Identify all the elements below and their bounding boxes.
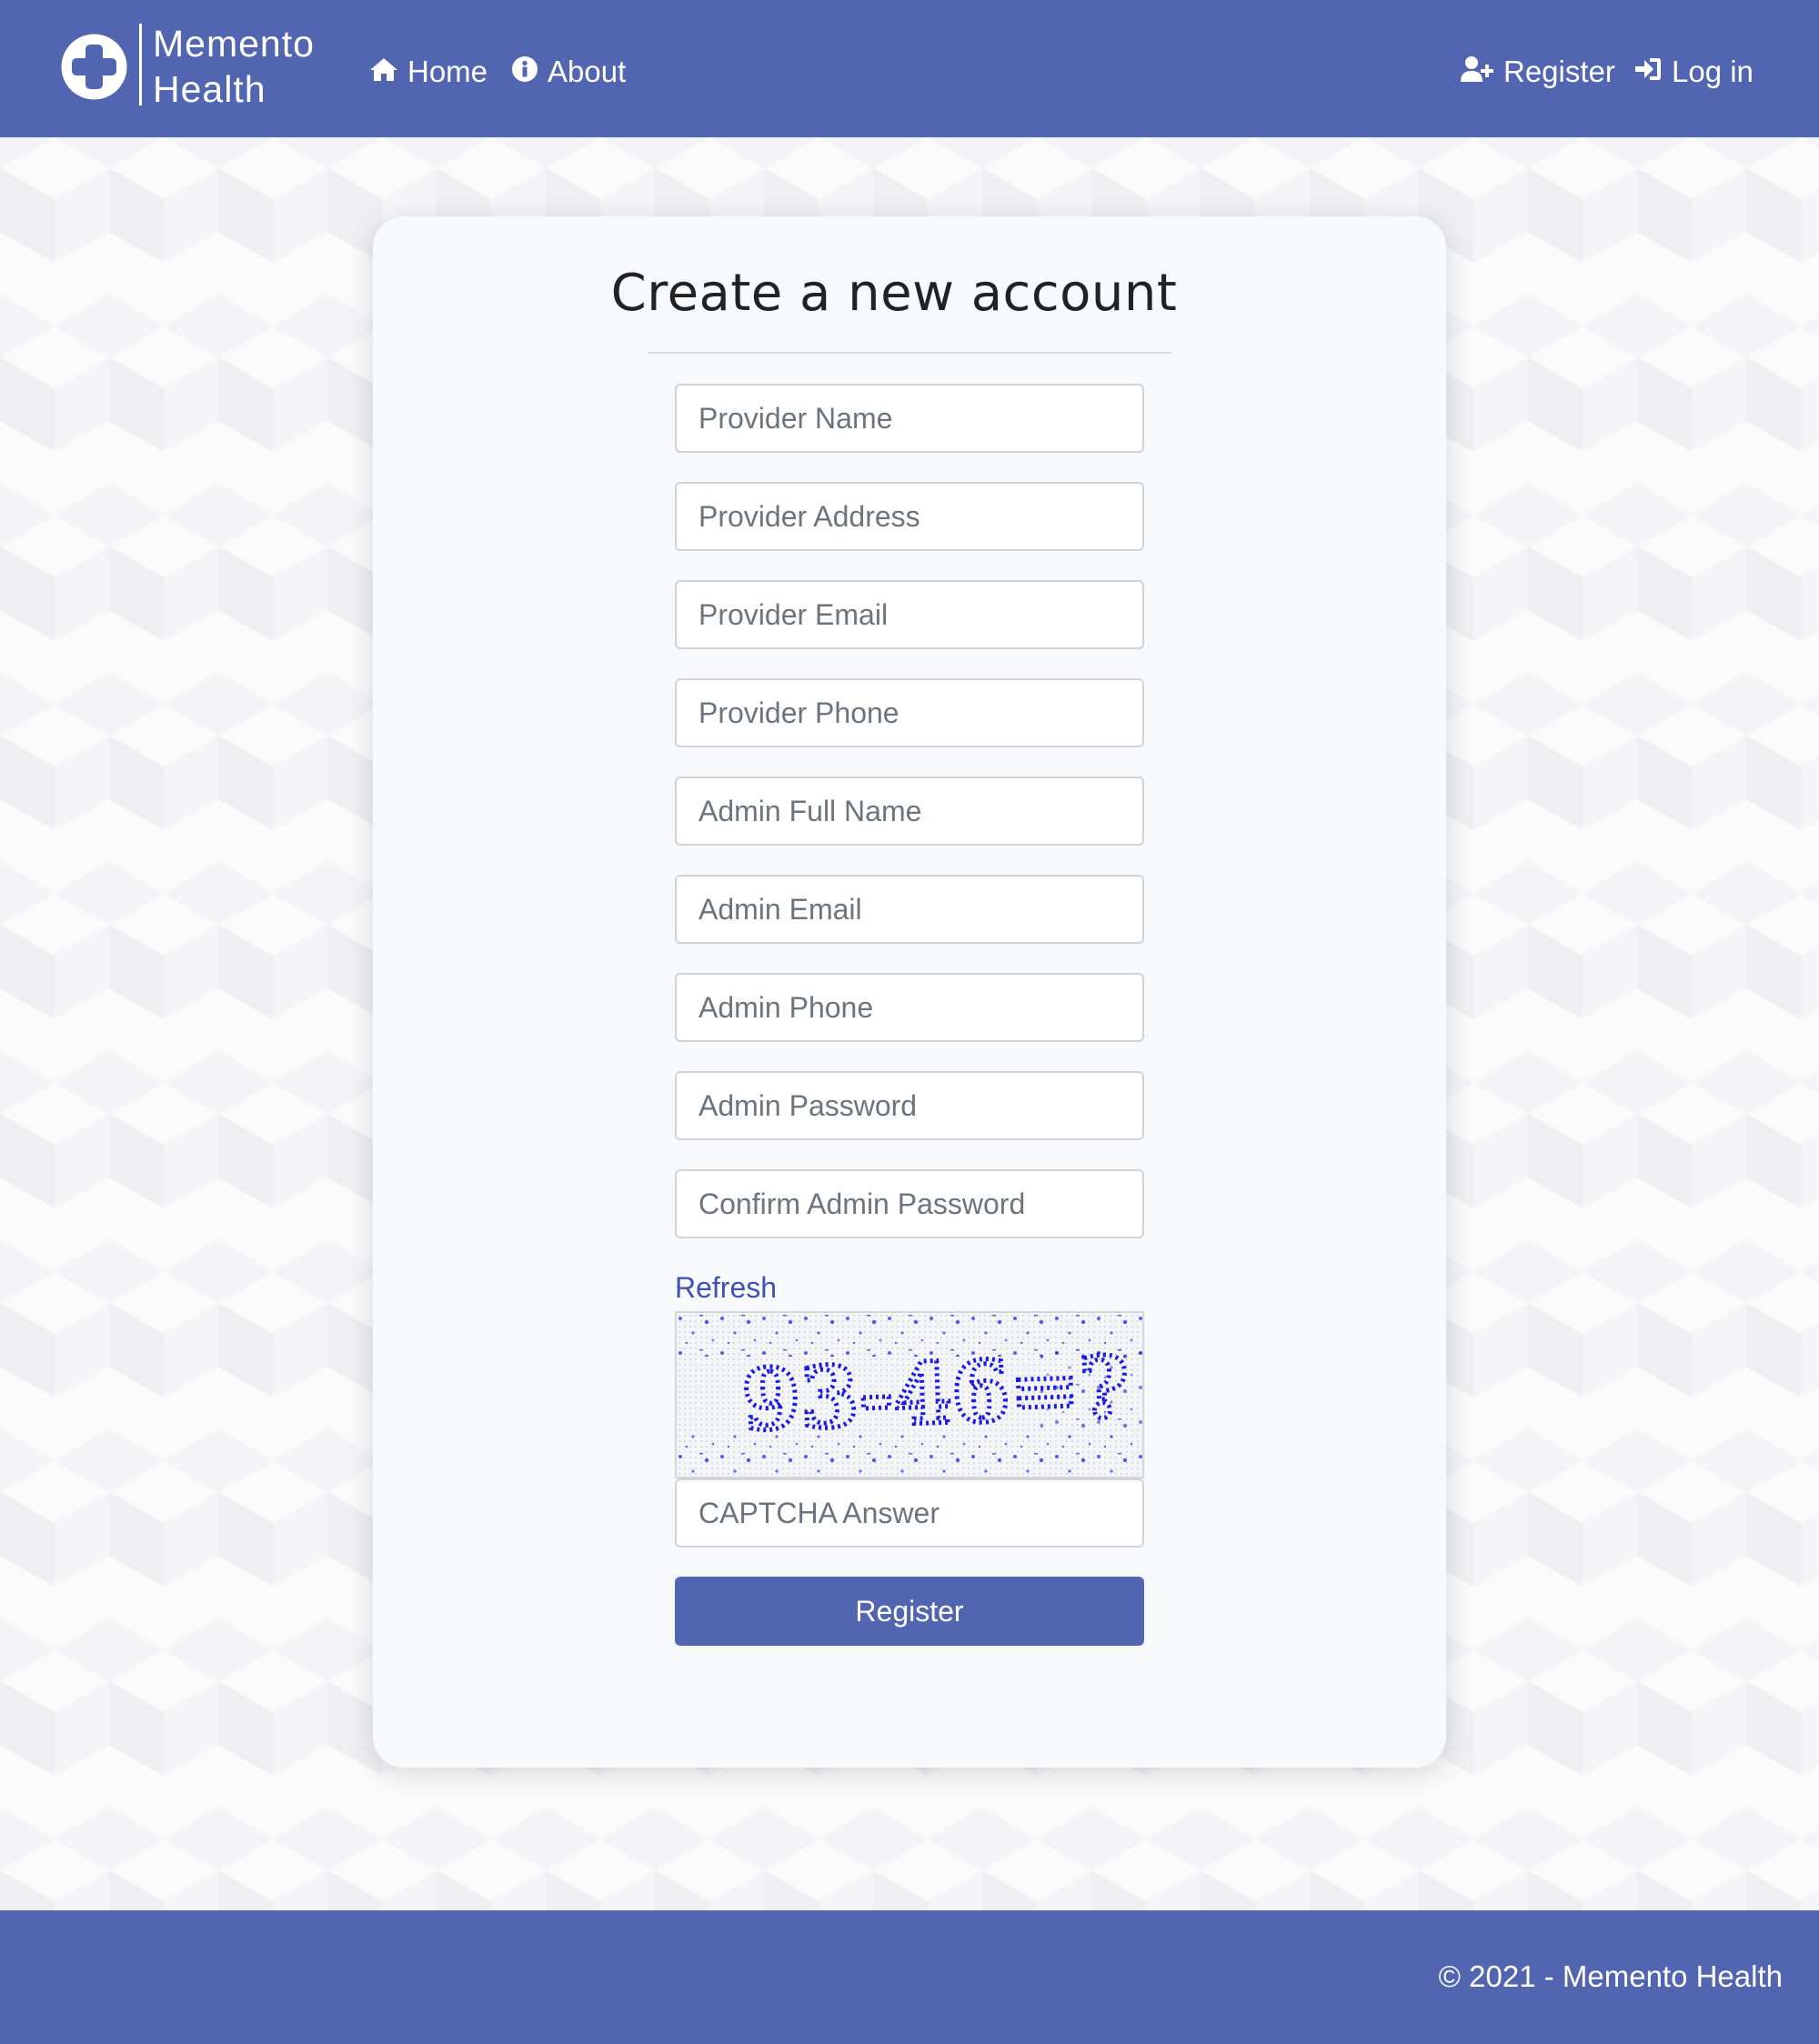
- nav-about-link[interactable]: About: [511, 51, 626, 91]
- nav-about-label: About: [548, 54, 627, 88]
- user-plus-icon: [1460, 55, 1503, 87]
- title-divider: [648, 352, 1171, 354]
- provider-phone-input[interactable]: [675, 678, 1144, 747]
- footer: © 2021 - Memento Health: [0, 1910, 1819, 2044]
- info-circle-icon: [511, 55, 548, 87]
- nav-home-label: Home: [407, 54, 488, 88]
- nav-login-label: Log in: [1672, 54, 1754, 88]
- captcha-image: 93-46=?: [675, 1311, 1144, 1478]
- nav-register-link[interactable]: Register: [1460, 51, 1615, 91]
- footer-copyright: © 2021 - Memento Health: [1438, 1959, 1783, 1993]
- sign-in-icon: [1633, 55, 1672, 87]
- nav-register-label: Register: [1503, 54, 1615, 88]
- confirm-admin-password-input[interactable]: [675, 1169, 1144, 1238]
- admin-full-name-input[interactable]: [675, 777, 1144, 846]
- top-navbar: Memento Health Home About Register Log i…: [0, 0, 1819, 137]
- captcha-text: 93-46=?: [740, 1338, 1131, 1449]
- page-title: Create a new account: [610, 264, 1178, 323]
- nav-login-link[interactable]: Log in: [1633, 51, 1754, 91]
- nav-home-link[interactable]: Home: [369, 51, 487, 91]
- brand-name-line2[interactable]: Health: [153, 71, 266, 108]
- admin-phone-input[interactable]: [675, 973, 1144, 1042]
- captcha-refresh-link[interactable]: Refresh: [675, 1271, 777, 1305]
- register-submit-button[interactable]: Register: [675, 1577, 1144, 1646]
- admin-password-input[interactable]: [675, 1071, 1144, 1140]
- provider-email-input[interactable]: [675, 580, 1144, 649]
- admin-email-input[interactable]: [675, 875, 1144, 944]
- provider-name-input[interactable]: [675, 384, 1144, 453]
- brand-name-line1[interactable]: Memento: [153, 25, 315, 63]
- provider-address-input[interactable]: [675, 482, 1144, 551]
- captcha-answer-input[interactable]: [675, 1478, 1144, 1548]
- home-icon: [369, 56, 407, 86]
- medical-cross-icon[interactable]: [60, 33, 128, 101]
- brand-divider: [139, 24, 142, 105]
